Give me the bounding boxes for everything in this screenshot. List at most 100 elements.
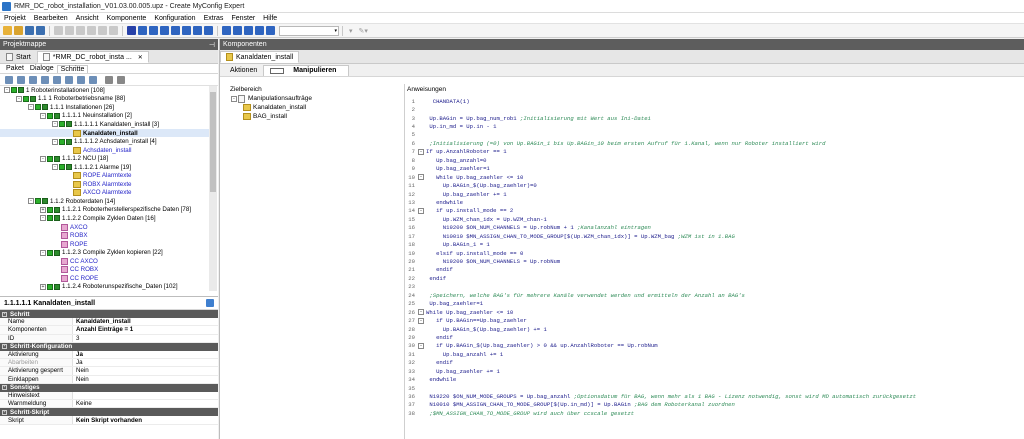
import-icon[interactable] (193, 26, 202, 35)
tree-item[interactable]: CC ROBX (0, 265, 209, 274)
target-tree-item[interactable]: BAG_install (228, 112, 404, 121)
move-down-icon[interactable] (53, 75, 61, 84)
code-line[interactable]: 28 Up.BAGin_$(Up.bag_zaehler) += 1 (405, 325, 1024, 333)
menu-item-konfiguration[interactable]: Konfiguration (150, 15, 199, 22)
checkbox-icon[interactable] (47, 155, 53, 162)
collapse-icon[interactable]: - (52, 164, 58, 171)
menu-item-hilfe[interactable]: Hilfe (259, 15, 281, 22)
property-row[interactable]: Hinweistext (0, 391, 218, 401)
checkbox-icon[interactable] (59, 121, 65, 128)
tree-item[interactable]: CC ROPE (0, 274, 209, 283)
code-line[interactable]: 10- While Up.bag_zaehler <= 10 (405, 173, 1024, 181)
export-icon[interactable] (182, 26, 191, 35)
property-value[interactable]: Nein (73, 367, 89, 374)
tree-item[interactable]: - 1 Roboterinstallationen [108] (0, 86, 209, 95)
tree-item[interactable]: - 1.1.1.2.1 Alarme [19] (0, 163, 209, 172)
expand-icon[interactable] (5, 75, 13, 84)
arrange-2-icon[interactable] (233, 26, 242, 35)
collapse-icon[interactable]: - (40, 112, 46, 119)
move-up-icon[interactable] (41, 75, 49, 84)
redo-icon[interactable] (109, 26, 118, 35)
collapse-icon[interactable]: - (231, 95, 237, 102)
collapse-icon[interactable]: - (2, 311, 7, 317)
code-line[interactable]: 23 (405, 283, 1024, 291)
code-line[interactable]: 12 Up.bag_zaehler += 1 (405, 190, 1024, 198)
tab-project[interactable]: *RMR_DC_robot_insta ... ✕ (36, 51, 149, 63)
collapse-icon[interactable]: - (2, 344, 7, 350)
tab-kanaldaten[interactable]: Kanaldaten_install (220, 51, 300, 63)
target-tree-item[interactable]: Kanaldaten_install (228, 103, 404, 112)
property-value[interactable]: Nein (73, 376, 89, 383)
arrow-left-icon[interactable] (105, 75, 113, 84)
undo-icon[interactable] (98, 26, 107, 35)
tree-item[interactable]: ROPE (0, 240, 209, 249)
code-line[interactable]: 4 Up.in_md = Up.in - 1 (405, 122, 1024, 130)
checkbox-icon[interactable] (47, 215, 53, 222)
code-line[interactable]: 15 Up.WZM_chan_idx = Up.WZM_chan-1 (405, 215, 1024, 223)
fold-icon[interactable]: - (418, 309, 424, 316)
property-row[interactable]: Abarbeiten Ja (0, 359, 218, 368)
list-icon[interactable] (149, 26, 158, 35)
tree-item[interactable]: - 1.1.2.2 Compile Zyklen Daten [16] (0, 214, 209, 223)
save-all-icon[interactable] (36, 26, 45, 35)
arrow-right-icon[interactable] (117, 75, 125, 84)
code-line[interactable]: 2 (405, 105, 1024, 113)
new-icon[interactable] (3, 26, 12, 35)
collapse-icon[interactable]: - (40, 215, 46, 222)
arrange-icon[interactable] (222, 26, 231, 35)
tree-item[interactable]: ROPE Alarmtexte (0, 171, 209, 180)
tree-item[interactable]: - 1.1.2 Roboterdaten [14] (0, 197, 209, 206)
code-line[interactable]: 35 (405, 384, 1024, 392)
fold-icon[interactable]: - (418, 148, 424, 155)
tree-item[interactable]: - 1.1.1.2 NCU [18] (0, 154, 209, 163)
menu-item-ansicht[interactable]: Ansicht (72, 15, 103, 22)
tree-item[interactable]: CC AXCO (0, 257, 209, 266)
tree-item[interactable]: - 1.1.1.1 Neuinstallation [2] (0, 112, 209, 121)
settings-icon[interactable] (77, 75, 85, 84)
property-value[interactable]: Ja (73, 351, 83, 358)
menu-item-komponente[interactable]: Komponente (103, 15, 151, 22)
property-row[interactable]: Einklappen Nein (0, 375, 218, 384)
expand-icon[interactable]: + (40, 206, 46, 213)
code-line[interactable]: 13 endwhile (405, 198, 1024, 206)
code-line[interactable]: 20 N19200 $ON_NUM_CHANNELS = Up.robNum (405, 257, 1024, 265)
checkbox-icon[interactable] (23, 95, 29, 102)
code-line[interactable]: 26- While Up.bag_zaehler <= 10 (405, 308, 1024, 316)
property-row[interactable]: Aktivierung Ja (0, 350, 218, 360)
code-line[interactable]: 21 endif (405, 266, 1024, 274)
collapse-icon[interactable]: - (2, 385, 7, 391)
tree-item[interactable]: Achsdaten_install (0, 146, 209, 155)
tab-paket[interactable]: Paket (3, 65, 27, 72)
tree-item[interactable]: - 1.1 1 Roboterbetriebsname [88] (0, 95, 209, 104)
cut-icon[interactable] (54, 26, 63, 35)
checkbox-icon[interactable] (47, 206, 53, 213)
code-line[interactable]: 27- if Up.BAGin==Up.bag_zaehler (405, 316, 1024, 324)
tree-item[interactable]: - 1.1.2.3 Compile Zyklen kopieren [22] (0, 248, 209, 257)
collapse-icon[interactable]: - (52, 121, 58, 128)
tab-dialoge[interactable]: Dialoge (27, 65, 57, 72)
search-combo[interactable]: ▾ (279, 25, 339, 36)
code-line[interactable]: 32 endif (405, 359, 1024, 367)
checkbox-icon[interactable] (35, 104, 41, 111)
tree-item[interactable]: AXCO (0, 223, 209, 232)
code-line[interactable]: 36 N19220 $ON_NUM_MODE_GROUPS = Up.bag_a… (405, 392, 1024, 400)
code-line[interactable]: 37 N10010 $MN_ASSIGN_CHAN_TO_MODE_GROUP[… (405, 401, 1024, 409)
collapse-icon[interactable] (17, 75, 25, 84)
tree-item[interactable]: +1.1.2.1 Roboterherstellerspezifische Da… (0, 206, 209, 215)
collapse-icon[interactable]: - (52, 138, 58, 145)
connect-icon[interactable] (171, 26, 180, 35)
menu-item-fenster[interactable]: Fenster (227, 15, 259, 22)
property-row[interactable]: Name Kanaldaten_install (0, 318, 218, 327)
code-line[interactable]: 38 ;$MN_ASSIGN_CHAN_TO_MODE_GROUP wird a… (405, 409, 1024, 417)
property-value[interactable]: 3 (73, 335, 79, 342)
code-line[interactable]: 5 (405, 131, 1024, 139)
checkbox-icon[interactable] (59, 164, 65, 171)
menu-item-projekt[interactable]: Projekt (0, 15, 30, 22)
code-line[interactable]: 8 Up.bag_anzahl=0 (405, 156, 1024, 164)
property-group[interactable]: - Schritt (0, 310, 218, 319)
code-line[interactable]: 17 N10010 $MN_ASSIGN_CHAN_TO_MODE_GROUP[… (405, 232, 1024, 240)
tree-scrollbar[interactable] (209, 86, 217, 291)
close-icon[interactable]: ✕ (138, 54, 143, 61)
code-line[interactable]: 31 Up.bag_anzahl += 1 (405, 350, 1024, 358)
code-line[interactable]: 11 Up.BAGin_$(Up.bag_zaehler)=0 (405, 181, 1024, 189)
